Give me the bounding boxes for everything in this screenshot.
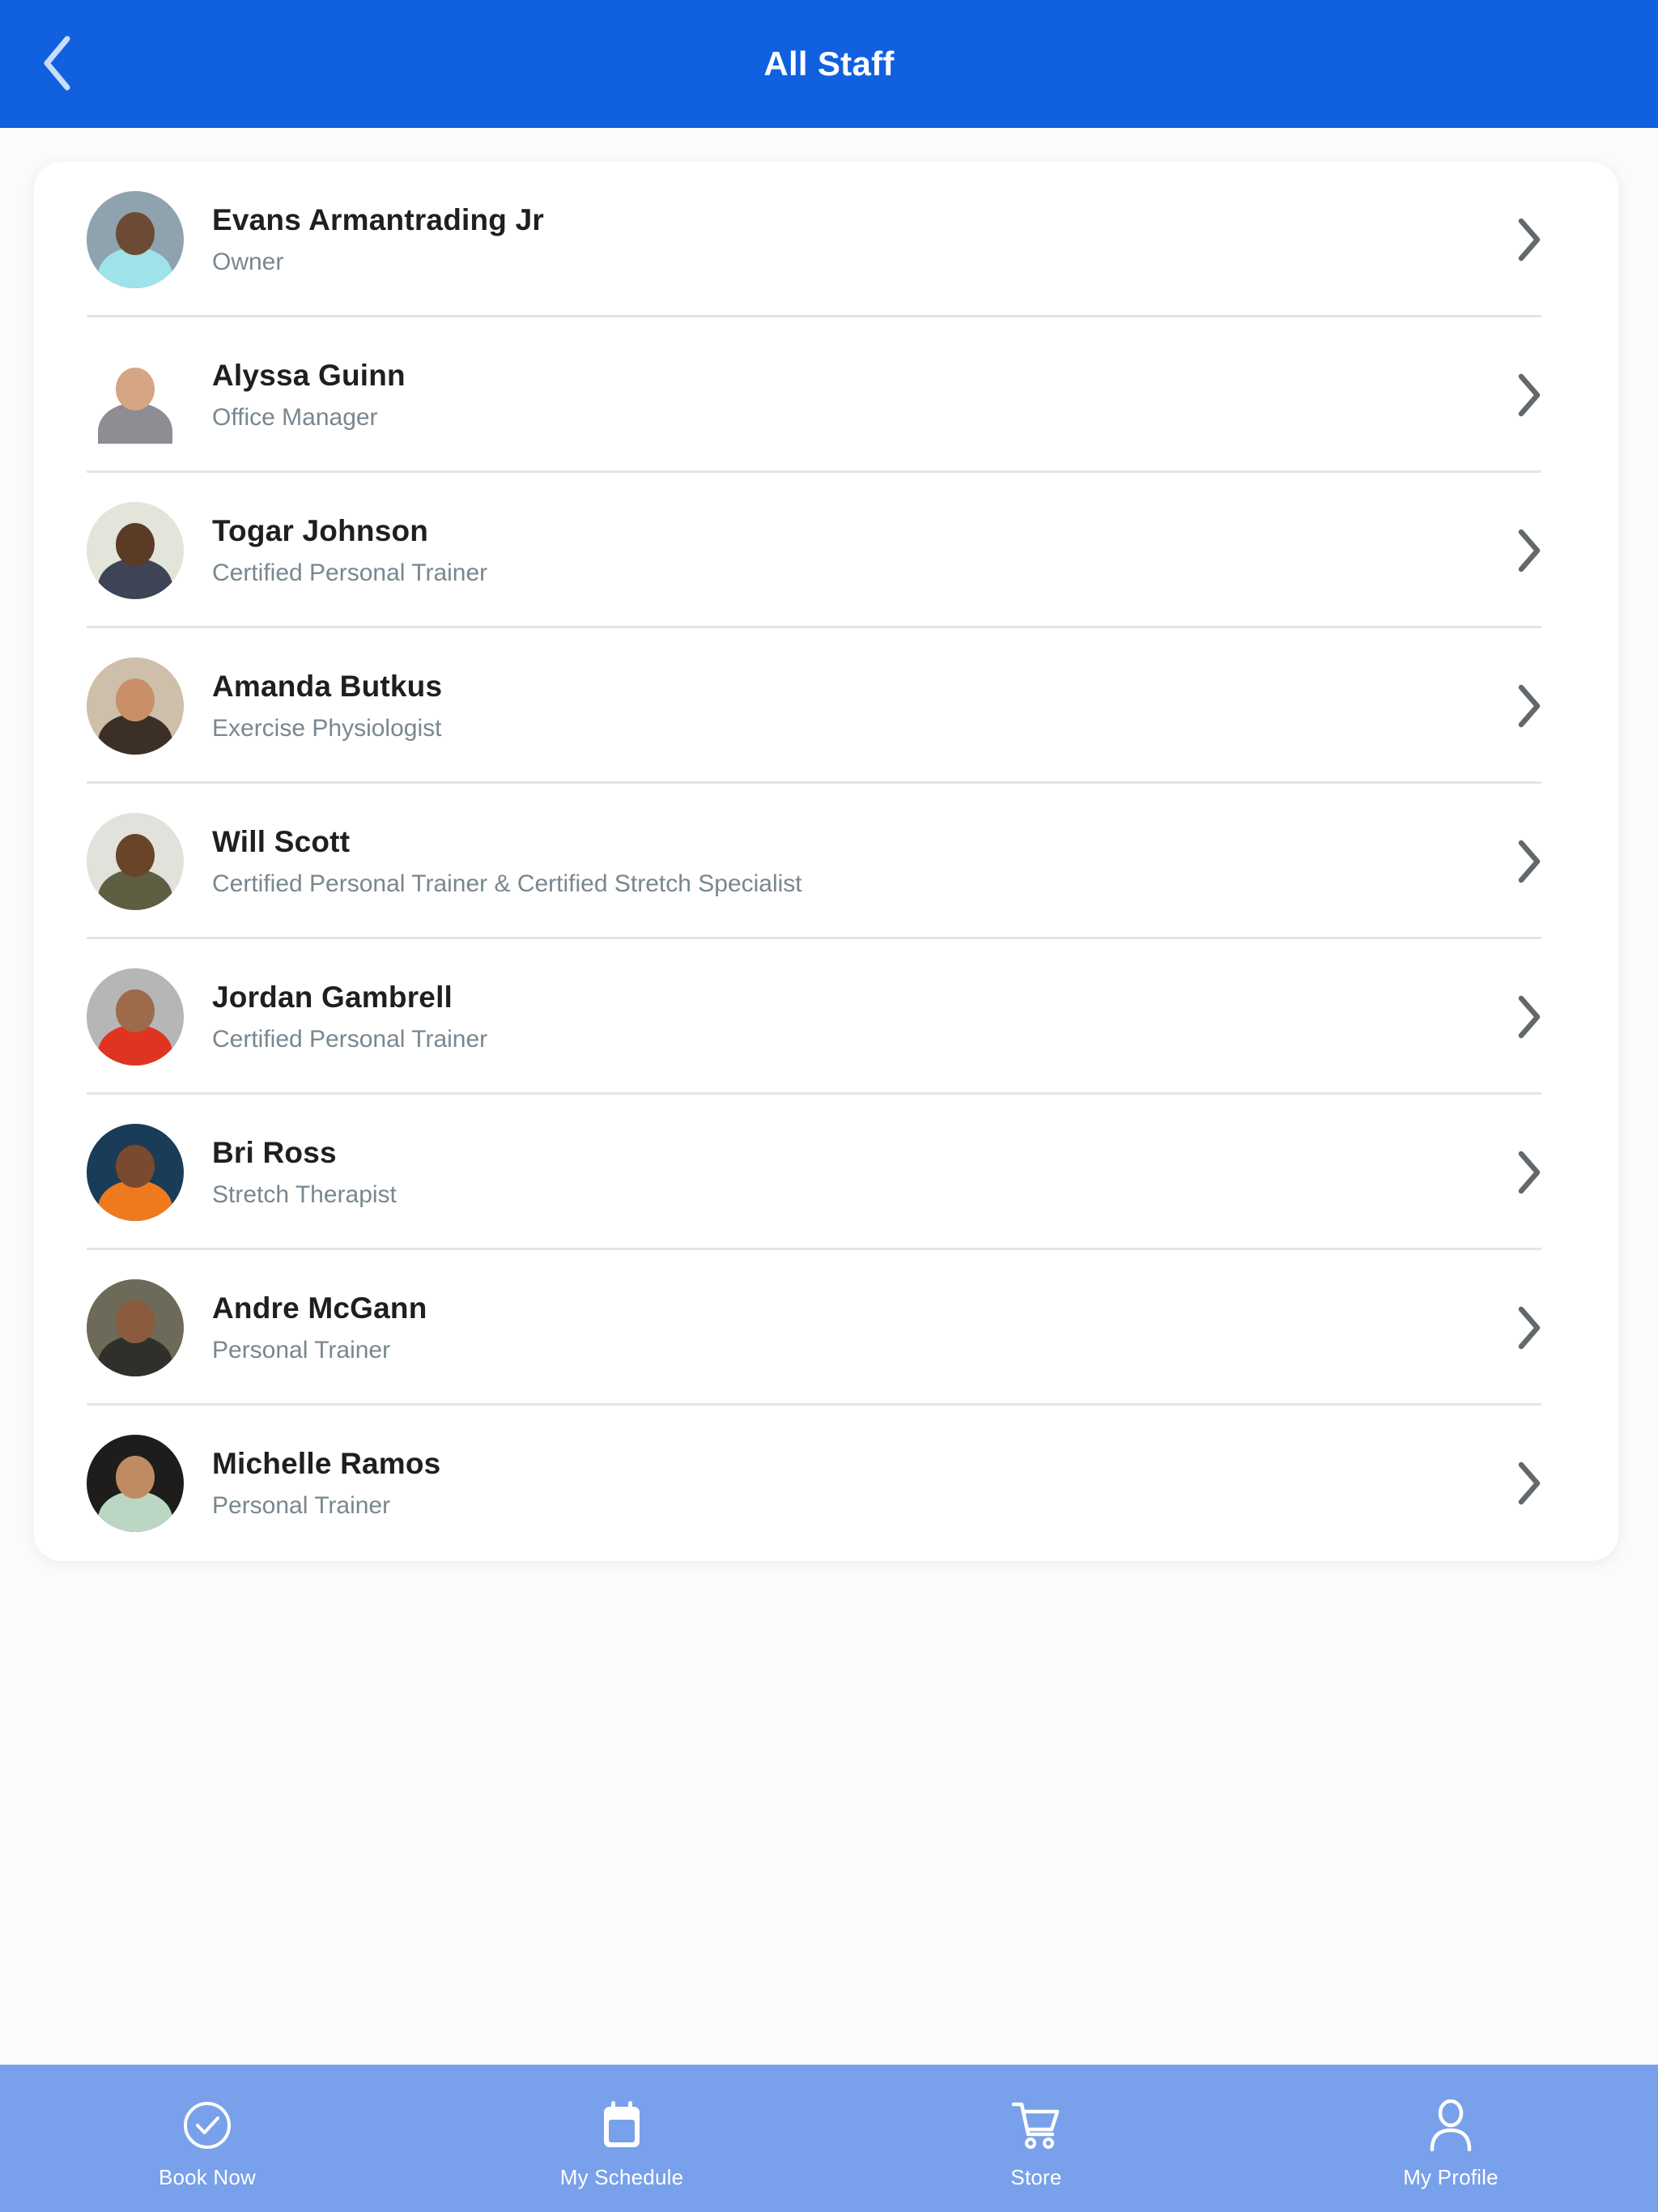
chevron-right-icon[interactable] — [1505, 215, 1554, 264]
staff-title: Certified Personal Trainer & Certified S… — [212, 870, 802, 897]
avatar — [87, 502, 184, 599]
staff-title: Certified Personal Trainer — [212, 559, 488, 586]
avatar — [87, 657, 184, 755]
chevron-right-icon[interactable] — [1505, 837, 1554, 886]
staff-title: Office Manager — [212, 403, 378, 431]
staff-list-item[interactable]: Will Scott Certified Personal Trainer & C… — [34, 784, 1618, 939]
nav-item-label: My Schedule — [559, 2165, 684, 2189]
staff-list-item[interactable]: Evans Armantrading Jr Owner — [34, 162, 1618, 317]
staff-info: Evans Armantrading Jr Owner — [212, 202, 1505, 277]
staff-name: Amanda Butkus — [212, 670, 443, 704]
avatar — [87, 1279, 184, 1376]
chevron-right-icon[interactable] — [1505, 371, 1554, 419]
staff-list-item[interactable]: Amanda Butkus Exercise Physiologist — [34, 628, 1618, 784]
staff-list-item[interactable]: Andre McGann Personal Trainer — [34, 1250, 1618, 1406]
calendar-icon — [592, 2095, 652, 2155]
shopping-cart-icon — [1006, 2095, 1066, 2155]
chevron-right-icon[interactable] — [1505, 1148, 1554, 1197]
nav-item-store[interactable]: Store — [829, 2065, 1244, 2212]
chevron-right-icon[interactable] — [1505, 1459, 1554, 1508]
staff-title: Personal Trainer — [212, 1336, 391, 1363]
nav-item-book-now[interactable]: Book Now — [0, 2065, 414, 2212]
staff-name: Bri Ross — [212, 1136, 337, 1170]
nav-item-label: Book Now — [158, 2165, 257, 2189]
staff-list-item[interactable]: Michelle Ramos Personal Trainer — [34, 1406, 1618, 1561]
back-button[interactable] — [18, 24, 96, 102]
chevron-left-icon — [40, 34, 74, 92]
staff-name: Togar Johnson — [212, 514, 429, 548]
nav-item-label: My Profile — [1403, 2165, 1499, 2189]
avatar — [87, 813, 184, 910]
staff-info: Michelle Ramos Personal Trainer — [212, 1446, 1505, 1521]
check-circle-icon — [177, 2095, 237, 2155]
chevron-right-icon[interactable] — [1505, 993, 1554, 1041]
chevron-right-icon[interactable] — [1505, 1304, 1554, 1352]
avatar — [87, 1124, 184, 1221]
page-body: Evans Armantrading Jr Owner Alyssa Guinn Of… — [0, 128, 1658, 2065]
staff-info: Will Scott Certified Personal Trainer & C… — [212, 824, 1505, 899]
staff-name: Andre McGann — [212, 1291, 427, 1325]
person-icon — [1421, 2095, 1481, 2155]
staff-title: Certified Personal Trainer — [212, 1025, 488, 1053]
bottom-navigation-bar: Book Now My Schedule Store My Profile — [0, 2065, 1658, 2212]
staff-list-item[interactable]: Jordan Gambrell Certified Personal Traine… — [34, 939, 1618, 1095]
staff-info: Amanda Butkus Exercise Physiologist — [212, 669, 1505, 743]
staff-list-item[interactable]: Bri Ross Stretch Therapist — [34, 1095, 1618, 1250]
staff-info: Andre McGann Personal Trainer — [212, 1291, 1505, 1365]
staff-title: Stretch Therapist — [212, 1180, 397, 1208]
chevron-right-icon[interactable] — [1505, 682, 1554, 730]
staff-list-card: Evans Armantrading Jr Owner Alyssa Guinn Of… — [34, 162, 1618, 1561]
staff-info: Bri Ross Stretch Therapist — [212, 1135, 1505, 1210]
staff-title: Exercise Physiologist — [212, 714, 442, 742]
nav-item-my-schedule[interactable]: My Schedule — [414, 2065, 829, 2212]
nav-item-label: Store — [1010, 2165, 1062, 2189]
nav-item-my-profile[interactable]: My Profile — [1244, 2065, 1658, 2212]
staff-info: Jordan Gambrell Certified Personal Traine… — [212, 980, 1505, 1054]
staff-info: Togar Johnson Certified Personal Trainer — [212, 513, 1505, 588]
staff-info: Alyssa Guinn Office Manager — [212, 358, 1505, 432]
staff-list-item[interactable]: Togar Johnson Certified Personal Trainer — [34, 473, 1618, 628]
chevron-right-icon[interactable] — [1505, 526, 1554, 575]
staff-list-item[interactable]: Alyssa Guinn Office Manager — [34, 317, 1618, 473]
staff-title: Owner — [212, 248, 284, 275]
staff-name: Evans Armantrading Jr — [212, 203, 544, 237]
staff-name: Jordan Gambrell — [212, 981, 453, 1015]
staff-name: Will Scott — [212, 825, 351, 859]
avatar — [87, 191, 184, 288]
staff-title: Personal Trainer — [212, 1491, 391, 1519]
avatar — [87, 347, 184, 444]
app-header: All Staff — [0, 0, 1658, 128]
avatar — [87, 968, 184, 1066]
page-title: All Staff — [763, 45, 895, 83]
avatar — [87, 1435, 184, 1532]
staff-name: Michelle Ramos — [212, 1447, 441, 1481]
staff-name: Alyssa Guinn — [212, 359, 406, 393]
